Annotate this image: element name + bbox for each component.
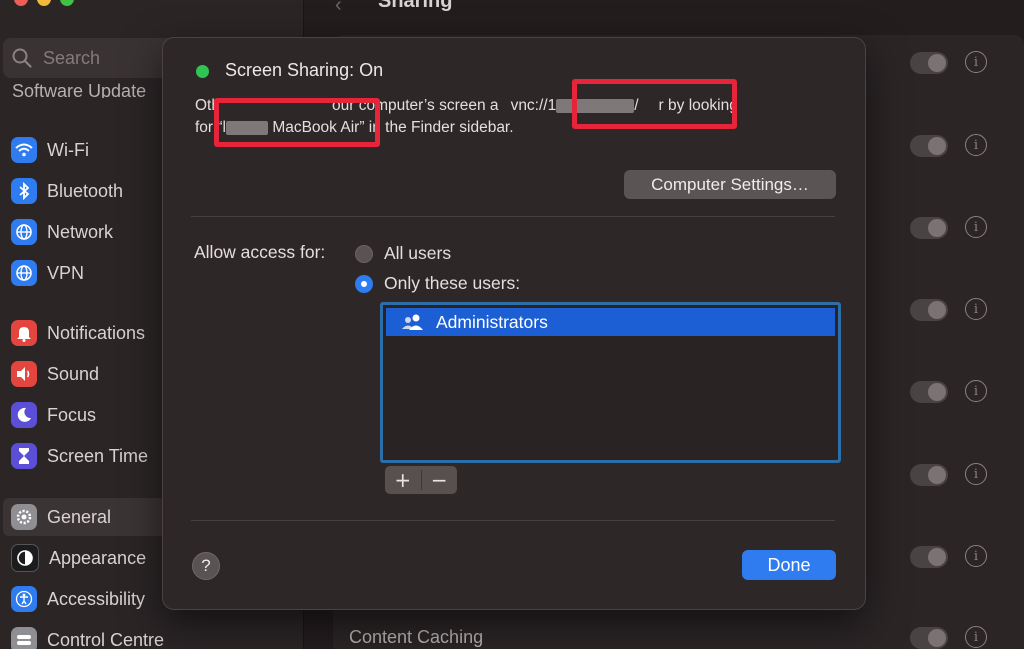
info-icon[interactable]: i — [965, 463, 987, 485]
vnc-address: vnc://1 — [510, 97, 557, 114]
sidebar-item-label: Network — [47, 221, 114, 242]
sidebar-item-label: Wi-Fi — [47, 139, 89, 160]
zoom-window-button[interactable] — [60, 0, 74, 6]
user-name: Administrators — [436, 311, 548, 332]
service-toggle[interactable] — [910, 299, 948, 321]
service-toggle[interactable] — [910, 135, 948, 157]
status-indicator — [196, 65, 209, 78]
control-centre-icon — [11, 627, 37, 649]
remove-user-button[interactable]: − — [422, 466, 458, 494]
bell-icon — [11, 320, 37, 346]
divider — [191, 216, 835, 217]
page-title: Sharing — [378, 0, 453, 12]
gear-icon — [11, 504, 37, 530]
dialog-title: Screen Sharing: On — [225, 60, 384, 80]
wifi-icon — [11, 137, 37, 163]
sidebar-item-label: VPN — [47, 262, 85, 283]
redaction-highlight-box — [572, 79, 737, 129]
service-toggle[interactable] — [910, 217, 948, 239]
service-toggle[interactable] — [910, 627, 948, 649]
info-icon[interactable]: i — [965, 626, 987, 648]
sidebar-item-label: Appearance — [49, 547, 147, 568]
radio-all-users-label[interactable]: All users — [384, 243, 451, 264]
allowed-users-list[interactable]: Administrators — [380, 302, 841, 463]
info-icon[interactable]: i — [965, 51, 987, 73]
speaker-icon — [11, 361, 37, 387]
service-label-content-caching: Content Caching — [349, 627, 484, 647]
done-button[interactable]: Done — [742, 550, 836, 580]
service-toggle[interactable] — [910, 546, 948, 568]
info-icon[interactable]: i — [965, 216, 987, 238]
system-settings-window: Software Update Wi-Fi Bluetooth Network — [0, 0, 1024, 649]
back-chevron-icon[interactable]: ‹ — [335, 0, 342, 17]
search-icon — [12, 48, 32, 68]
close-window-button[interactable] — [14, 0, 28, 6]
radio-only-these-users-label[interactable]: Only these users: — [384, 273, 520, 294]
divider — [191, 520, 835, 521]
service-toggle[interactable] — [910, 464, 948, 486]
desc-text: ” in the Finder sidebar. — [359, 119, 514, 136]
sidebar-item-software-update[interactable]: Software Update — [12, 82, 146, 98]
add-user-button[interactable]: + — [385, 466, 421, 494]
appearance-icon — [11, 544, 39, 572]
accessibility-icon — [11, 586, 37, 612]
service-toggle[interactable] — [910, 52, 948, 74]
sidebar-item-label: General — [47, 506, 112, 527]
bluetooth-icon — [11, 178, 37, 204]
computer-settings-button[interactable]: Computer Settings… — [624, 170, 836, 199]
globe-icon — [11, 219, 37, 245]
redaction-highlight-box — [214, 98, 380, 147]
sidebar-item-label: Sound — [47, 363, 100, 384]
minimize-window-button[interactable] — [37, 0, 51, 6]
vpn-globe-icon — [11, 260, 37, 286]
radio-all-users[interactable] — [355, 245, 373, 263]
sidebar-item-label: Screen Time — [47, 445, 149, 466]
radio-only-these-users[interactable] — [355, 275, 373, 293]
info-icon[interactable]: i — [965, 545, 987, 567]
info-icon[interactable]: i — [965, 134, 987, 156]
sidebar-item-control-centre[interactable]: Control Centre — [3, 621, 299, 649]
sidebar-item-label: Control Centre — [47, 629, 165, 649]
sidebar-item-label: Software Update — [12, 82, 147, 98]
allow-access-label: Allow access for: — [194, 242, 326, 262]
window-controls — [14, 0, 74, 6]
info-icon[interactable]: i — [965, 380, 987, 402]
sidebar-item-label: Notifications — [47, 322, 146, 343]
add-remove-control: + − — [385, 466, 457, 494]
screen-sharing-dialog: Screen Sharing: On Oth our computer’s scr… — [162, 37, 866, 610]
sidebar-item-label: Focus — [47, 404, 97, 425]
list-item[interactable]: Administrators — [386, 308, 835, 336]
sidebar-item-label: Accessibility — [47, 588, 146, 609]
hourglass-icon — [11, 443, 37, 469]
sidebar-item-label: Bluetooth — [47, 180, 124, 201]
help-button[interactable]: ? — [192, 552, 220, 580]
info-icon[interactable]: i — [965, 298, 987, 320]
user-group-icon — [402, 314, 423, 330]
service-toggle[interactable] — [910, 381, 948, 403]
moon-icon — [11, 402, 37, 428]
